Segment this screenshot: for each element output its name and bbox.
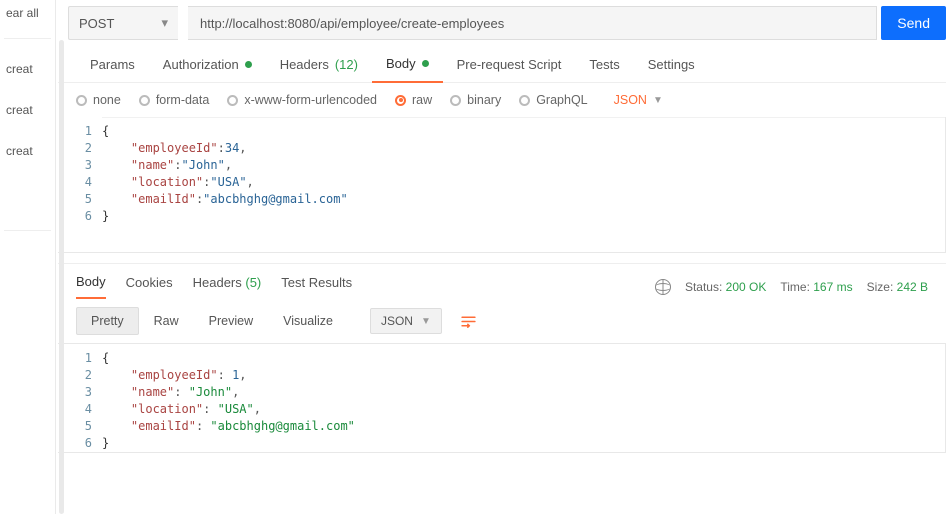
url-input[interactable]: http://localhost:8080/api/employee/creat… bbox=[188, 6, 877, 40]
request-body-editor[interactable]: 123 456 { "employeeId":34, "name":"John"… bbox=[58, 117, 946, 253]
send-button[interactable]: Send bbox=[881, 6, 946, 40]
tab-headers[interactable]: Headers(12) bbox=[266, 46, 372, 82]
response-body-editor[interactable]: 123 456 { "employeeId": 1, "name": "John… bbox=[58, 343, 946, 453]
resp-tab-headers[interactable]: Headers (5) bbox=[193, 275, 262, 298]
tab-params[interactable]: Params bbox=[76, 46, 149, 82]
wrap-lines-icon[interactable] bbox=[460, 313, 477, 330]
body-graphql-radio[interactable]: GraphQL bbox=[519, 93, 587, 107]
view-raw-button[interactable]: Raw bbox=[139, 307, 194, 335]
body-binary-radio[interactable]: binary bbox=[450, 93, 501, 107]
tab-settings[interactable]: Settings bbox=[634, 46, 709, 82]
history-item[interactable]: creat bbox=[0, 139, 55, 162]
body-xwww-radio[interactable]: x-www-form-urlencoded bbox=[227, 93, 377, 107]
code-area[interactable]: { "employeeId": 1, "name": "John", "loca… bbox=[102, 344, 945, 452]
resp-tab-test-results[interactable]: Test Results bbox=[281, 275, 352, 298]
response-status: Status: 200 OK Time: 167 ms Size: 242 B bbox=[655, 279, 928, 295]
response-type-select[interactable]: JSON▼ bbox=[370, 308, 442, 334]
resp-tab-cookies[interactable]: Cookies bbox=[126, 275, 173, 298]
body-subtype-select[interactable]: JSON▼ bbox=[614, 93, 663, 107]
body-form-data-radio[interactable]: form-data bbox=[139, 93, 210, 107]
request-tabs: Params Authorization Headers(12) Body Pr… bbox=[58, 46, 946, 83]
chevron-down-icon: ▾ bbox=[161, 15, 168, 31]
request-url-bar: POST ▾ http://localhost:8080/api/employe… bbox=[58, 0, 946, 46]
http-method-select[interactable]: POST ▾ bbox=[68, 6, 178, 40]
view-visualize-button[interactable]: Visualize bbox=[268, 307, 348, 335]
tab-pre-request-script[interactable]: Pre-request Script bbox=[443, 46, 576, 82]
line-gutter: 123 456 bbox=[58, 344, 102, 452]
body-type-row: none form-data x-www-form-urlencoded raw… bbox=[58, 83, 946, 118]
body-raw-radio[interactable]: raw bbox=[395, 93, 432, 107]
code-area[interactable]: { "employeeId":34, "name":"John", "locat… bbox=[102, 117, 945, 252]
body-none-radio[interactable]: none bbox=[76, 93, 121, 107]
http-method-value: POST bbox=[79, 16, 114, 31]
tab-authorization[interactable]: Authorization bbox=[149, 46, 266, 82]
history-item[interactable]: creat bbox=[0, 98, 55, 121]
clear-all-link[interactable]: ear all bbox=[0, 2, 55, 24]
response-view-modes: Pretty Raw Preview Visualize JSON▼ bbox=[58, 299, 946, 344]
view-preview-button[interactable]: Preview bbox=[194, 307, 268, 335]
line-gutter: 123 456 bbox=[58, 117, 102, 252]
resp-tab-body[interactable]: Body bbox=[76, 274, 106, 299]
dot-indicator-icon bbox=[245, 61, 252, 68]
history-item[interactable]: creat bbox=[0, 57, 55, 80]
dot-indicator-icon bbox=[422, 60, 429, 67]
tab-tests[interactable]: Tests bbox=[575, 46, 633, 82]
status-time: 167 ms bbox=[813, 280, 852, 294]
globe-icon[interactable] bbox=[655, 279, 671, 295]
response-tabs: Body Cookies Headers (5) Test Results St… bbox=[58, 264, 946, 299]
left-sidebar: ear all creat creat creat bbox=[0, 0, 56, 514]
view-pretty-button[interactable]: Pretty bbox=[76, 307, 139, 335]
status-code: 200 OK bbox=[726, 280, 767, 294]
chevron-down-icon: ▼ bbox=[653, 95, 663, 106]
tab-body[interactable]: Body bbox=[372, 46, 443, 83]
status-size: 242 B bbox=[897, 280, 928, 294]
scrollbar[interactable] bbox=[59, 40, 64, 514]
chevron-down-icon: ▼ bbox=[421, 316, 431, 327]
